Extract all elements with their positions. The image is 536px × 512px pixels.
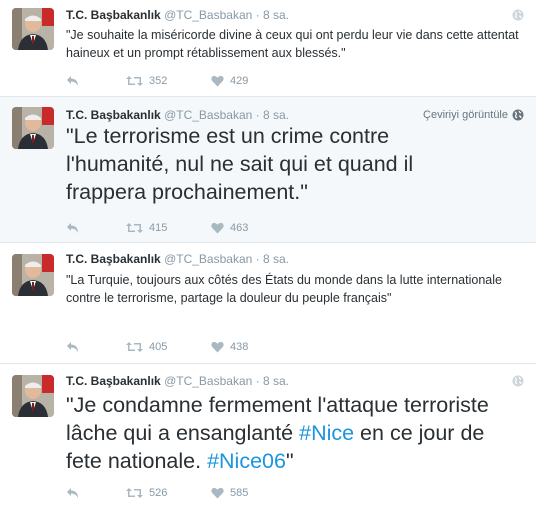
reply-icon bbox=[67, 223, 78, 233]
author-name[interactable]: T.C. Başbakanlık bbox=[66, 8, 161, 22]
tweet-time[interactable]: 8 sa. bbox=[263, 8, 289, 22]
reply-button[interactable] bbox=[66, 222, 126, 234]
globe-icon[interactable] bbox=[512, 375, 524, 387]
author-handle[interactable]: @TC_Basbakan bbox=[164, 108, 252, 122]
retweet-button[interactable]: 526 bbox=[126, 487, 211, 499]
tweet-text-part: " bbox=[285, 449, 294, 473]
retweet-count: 405 bbox=[149, 341, 168, 353]
tweet-text: "Je condamne fermement l'attaque terrori… bbox=[66, 391, 526, 475]
like-count: 463 bbox=[230, 222, 249, 234]
author-handle[interactable]: @TC_Basbakan bbox=[164, 8, 252, 22]
retweet-button[interactable]: 352 bbox=[126, 75, 211, 87]
avatar[interactable] bbox=[12, 375, 54, 417]
globe-icon[interactable] bbox=[512, 9, 524, 21]
author-handle[interactable]: @TC_Basbakan bbox=[164, 252, 252, 266]
retweet-button[interactable]: 405 bbox=[126, 341, 211, 353]
tweet-text: "Le terrorisme est un crime contre l'hum… bbox=[66, 124, 414, 204]
globe-icon bbox=[512, 109, 524, 121]
tweet-text: "La Turquie, toujours aux côtés des État… bbox=[66, 273, 502, 305]
tweet-actions: 526 585 bbox=[66, 485, 248, 501]
like-button[interactable]: 438 bbox=[211, 341, 248, 353]
tweet-actions: 415 463 bbox=[66, 220, 248, 236]
tweet-header: T.C. Başbakanlık @TC_Basbakan · 8 sa. bbox=[66, 252, 289, 267]
like-icon bbox=[211, 75, 224, 87]
retweet-count: 526 bbox=[149, 487, 168, 499]
reply-icon bbox=[67, 76, 78, 86]
tweet-time[interactable]: 8 sa. bbox=[263, 374, 289, 388]
retweet-icon bbox=[126, 342, 143, 352]
tweet-header: T.C. Başbakanlık @TC_Basbakan · 8 sa. bbox=[66, 108, 289, 123]
like-count: 585 bbox=[230, 487, 249, 499]
retweet-button[interactable]: 415 bbox=[126, 222, 211, 234]
reply-button[interactable] bbox=[66, 487, 126, 499]
like-button[interactable]: 429 bbox=[211, 75, 248, 87]
like-icon bbox=[211, 341, 224, 353]
avatar-photo bbox=[12, 8, 54, 50]
tweet-actions: 352 429 bbox=[66, 73, 248, 89]
separator-dot: · bbox=[255, 108, 260, 122]
tweet-header: T.C. Başbakanlık @TC_Basbakan · 8 sa. bbox=[66, 374, 289, 389]
tweet-time[interactable]: 8 sa. bbox=[263, 252, 289, 266]
tweet[interactable]: T.C. Başbakanlık @TC_Basbakan · 8 sa. "J… bbox=[0, 0, 536, 97]
like-button[interactable]: 463 bbox=[211, 222, 248, 234]
retweet-icon bbox=[126, 488, 143, 498]
separator-dot: · bbox=[255, 8, 260, 22]
retweet-icon bbox=[126, 223, 143, 233]
tweet-header: T.C. Başbakanlık @TC_Basbakan · 8 sa. bbox=[66, 8, 289, 23]
view-translation-button[interactable]: Çeviriyi görüntüle bbox=[423, 109, 524, 121]
author-name[interactable]: T.C. Başbakanlık bbox=[66, 108, 161, 122]
hashtag-link[interactable]: #Nice06 bbox=[207, 449, 286, 473]
reply-icon bbox=[67, 488, 78, 498]
tweet-timeline: T.C. Başbakanlık @TC_Basbakan · 8 sa. "J… bbox=[0, 0, 536, 512]
tweet[interactable]: T.C. Başbakanlık @TC_Basbakan · 8 sa. "L… bbox=[0, 243, 536, 364]
tweet-text: "Je souhaite la miséricorde divine à ceu… bbox=[66, 28, 519, 60]
retweet-icon bbox=[126, 76, 143, 86]
tweet-actions: 405 438 bbox=[66, 339, 248, 355]
avatar-photo bbox=[12, 375, 54, 417]
hashtag-link[interactable]: #Nice bbox=[299, 421, 354, 445]
separator-dot: · bbox=[255, 374, 260, 388]
tweet-time[interactable]: 8 sa. bbox=[263, 108, 289, 122]
like-count: 429 bbox=[230, 75, 249, 87]
avatar[interactable] bbox=[12, 254, 54, 296]
separator-dot: · bbox=[255, 252, 260, 266]
avatar-photo bbox=[12, 254, 54, 296]
like-button[interactable]: 585 bbox=[211, 487, 248, 499]
avatar-photo bbox=[12, 107, 54, 149]
author-name[interactable]: T.C. Başbakanlık bbox=[66, 374, 161, 388]
tweet[interactable]: T.C. Başbakanlık @TC_Basbakan · 8 sa. Çe… bbox=[0, 97, 536, 243]
like-count: 438 bbox=[230, 341, 249, 353]
view-translation-label: Çeviriyi görüntüle bbox=[423, 109, 508, 121]
reply-icon bbox=[67, 342, 78, 352]
avatar[interactable] bbox=[12, 8, 54, 50]
avatar[interactable] bbox=[12, 107, 54, 149]
reply-button[interactable] bbox=[66, 75, 126, 87]
retweet-count: 415 bbox=[149, 222, 168, 234]
reply-button[interactable] bbox=[66, 341, 126, 353]
like-icon bbox=[211, 222, 224, 234]
retweet-count: 352 bbox=[149, 75, 168, 87]
like-icon bbox=[211, 487, 224, 499]
author-handle[interactable]: @TC_Basbakan bbox=[164, 374, 252, 388]
tweet[interactable]: T.C. Başbakanlık @TC_Basbakan · 8 sa. "J… bbox=[0, 364, 536, 512]
author-name[interactable]: T.C. Başbakanlık bbox=[66, 252, 161, 266]
